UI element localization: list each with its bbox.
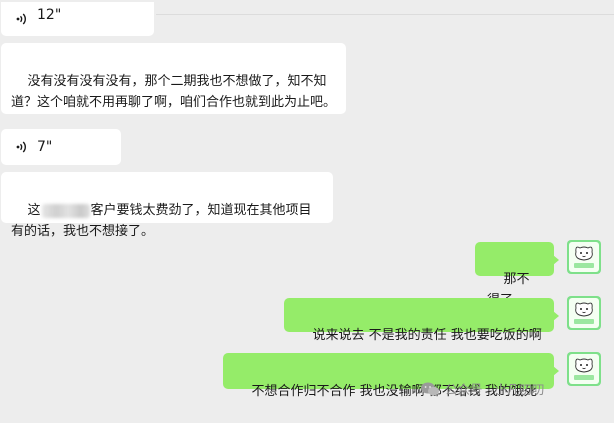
voice-wave-icon bbox=[16, 141, 26, 153]
redacted-text bbox=[41, 203, 90, 218]
message-text: 说来说去 不是我的责任 我也要吃饭的啊 bbox=[312, 328, 542, 343]
avatar[interactable] bbox=[567, 296, 601, 330]
message-bubble[interactable]: 没有没有没有没有，那个二期我也不想做了，知不知道？这个咱就不用再聊了啊，咱们合作… bbox=[1, 43, 346, 114]
avatar[interactable] bbox=[567, 240, 601, 274]
message-text-prefix: 这 bbox=[27, 203, 41, 218]
voice-message-bubble[interactable]: 7" bbox=[1, 129, 121, 165]
divider bbox=[156, 14, 614, 15]
message-bubble[interactable]: 这客户要钱太费劲了，知道现在其他项目有的话，我也不想接了。 bbox=[1, 172, 333, 239]
voice-duration: 7" bbox=[37, 138, 53, 155]
voice-message-bubble[interactable]: 12" bbox=[1, 2, 154, 36]
cartoon-dog-icon bbox=[574, 358, 594, 380]
voice-wave-icon bbox=[16, 13, 26, 25]
watermark-text: 公众号 · 小凡叨叨 bbox=[445, 382, 545, 397]
wechat-official-account-icon bbox=[421, 382, 439, 395]
message-bubble[interactable]: 说来说去 不是我的责任 我也要吃饭的啊 bbox=[284, 298, 559, 343]
message-text: 没有没有没有没有，那个二期我也不想做了，知不知道？这个咱就不用再聊了啊，咱们合作… bbox=[11, 74, 337, 110]
watermark: 公众号 · 小凡叨叨 bbox=[420, 379, 544, 398]
message-bubble[interactable]: 那不得了 bbox=[475, 242, 559, 308]
cartoon-dog-icon bbox=[574, 246, 594, 268]
voice-duration: 12" bbox=[37, 6, 62, 23]
chat-message-area[interactable]: 12" 没有没有没有没有，那个二期我也不想做了，知不知道？这个咱就不用再聊了啊，… bbox=[0, 0, 614, 415]
avatar[interactable] bbox=[567, 352, 601, 386]
cartoon-dog-icon bbox=[574, 302, 594, 324]
